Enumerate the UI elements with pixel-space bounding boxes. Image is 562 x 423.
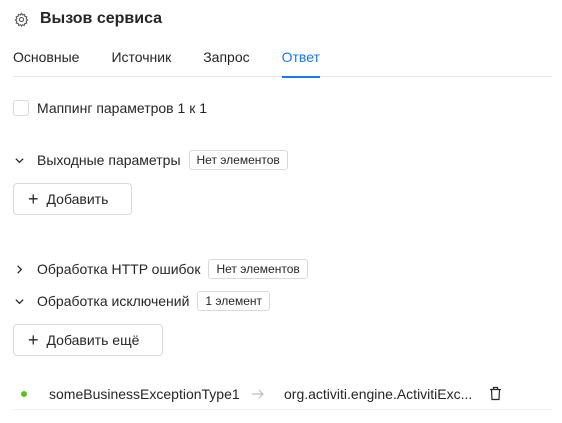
tab-source[interactable]: Источник [111, 46, 171, 77]
delete-icon[interactable] [488, 386, 502, 402]
mapping-checkbox[interactable] [13, 100, 29, 116]
http-errors-badge: Нет элементов [208, 259, 308, 279]
exception-class: org.activiti.engine.ActivitiExc... [284, 385, 473, 402]
output-params-badge: Нет элементов [188, 150, 288, 170]
list-item[interactable]: someBusinessExceptionType1 org.activiti.… [13, 378, 552, 410]
status-dot [21, 390, 27, 397]
chevron-down-icon[interactable] [13, 154, 25, 166]
tab-bar: Основные Источник Запрос Ответ [13, 46, 552, 78]
output-params-section: Выходные параметры Нет элементов [13, 149, 288, 171]
exceptions-label[interactable]: Обработка исключений [37, 293, 189, 309]
add-output-param-button[interactable]: + Добавить [13, 183, 132, 215]
tab-main[interactable]: Основные [13, 46, 79, 77]
gear-icon [13, 11, 29, 27]
tab-response[interactable]: Ответ [281, 46, 321, 78]
tab-request[interactable]: Запрос [203, 46, 249, 77]
page-title: Вызов сервиса [40, 10, 163, 27]
output-params-label[interactable]: Выходные параметры [37, 152, 181, 168]
mapping-option: Маппинг параметров 1 к 1 [13, 100, 207, 116]
exceptions-badge: 1 элемент [197, 291, 271, 311]
exceptions-section: Обработка исключений 1 элемент [13, 290, 271, 312]
plus-icon: + [28, 330, 39, 350]
plus-icon: + [28, 189, 39, 209]
add-exception-button[interactable]: + Добавить ещё [13, 324, 163, 356]
arrow-right-icon [251, 387, 267, 401]
add-output-param-label: Добавить [46, 191, 109, 207]
chevron-down-icon[interactable] [13, 295, 25, 307]
http-errors-section: Обработка HTTP ошибок Нет элементов [13, 258, 308, 280]
panel-header: Вызов сервиса [13, 8, 162, 30]
add-exception-label: Добавить ещё [46, 332, 140, 348]
chevron-right-icon[interactable] [13, 263, 25, 275]
http-errors-label[interactable]: Обработка HTTP ошибок [37, 261, 200, 277]
mapping-label: Маппинг параметров 1 к 1 [37, 100, 207, 116]
exception-name: someBusinessExceptionType1 [49, 385, 240, 402]
